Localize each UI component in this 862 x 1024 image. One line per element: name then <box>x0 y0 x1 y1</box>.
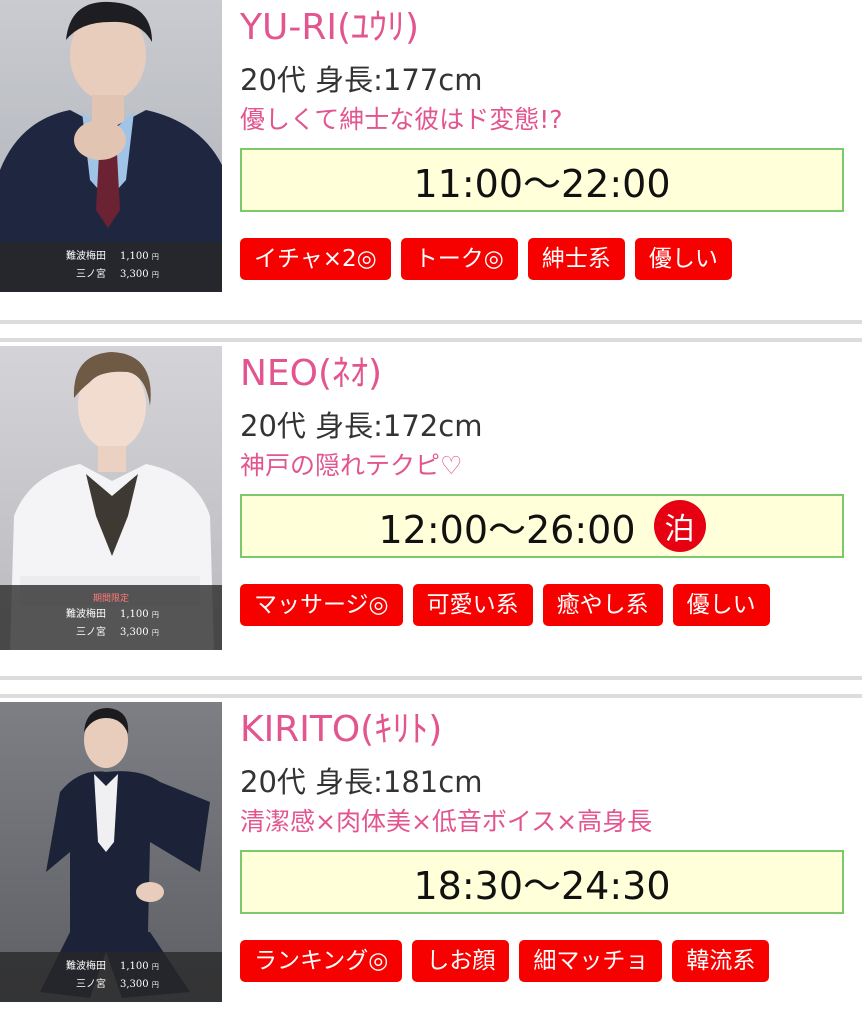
cast-photo[interactable]: 期間限定 難波梅田 1,100 円 三ノ宮 3,300 円 <box>0 346 222 650</box>
tag: イチャ×2◎ <box>240 238 391 280</box>
working-hours: 18:30〜24:30 <box>413 863 671 908</box>
price-row: 三ノ宮 3,300 円 <box>0 976 222 994</box>
tag: 優しい <box>672 584 770 626</box>
cast-height: 身長:172cm <box>315 409 483 443</box>
price-amount: 3,300 円 <box>120 627 159 638</box>
cast-name[interactable]: YU-RI(ﾕｳﾘ) <box>240 6 850 50</box>
cast-catchphrase: 神戸の隠れテクピ♡ <box>240 451 463 480</box>
tag: 癒やし系 <box>542 584 663 626</box>
working-hours: 12:00〜26:00 <box>378 507 636 552</box>
working-hours: 11:00〜22:00 <box>413 161 671 206</box>
cast-card[interactable]: 期間限定 難波梅田 1,100 円 三ノ宮 3,300 円 NEO(ﾈｵ) 20… <box>0 346 862 666</box>
price-location: 難波梅田 <box>66 251 106 262</box>
price-row: 難波梅田 1,100 円 <box>0 606 222 624</box>
cast-info: KIRITO(ｷﾘﾄ) 20代 身長:181cm 清潔感×肉体美×低音ボイス×高… <box>240 702 850 982</box>
cast-info: NEO(ﾈｵ) 20代 身長:172cm 神戸の隠れテクピ♡ 12:00〜26:… <box>240 346 850 626</box>
tag-list: イチャ×2◎ トーク◎ 紳士系 優しい <box>240 238 850 280</box>
price-amount: 3,300 円 <box>120 269 159 280</box>
cast-profile: 20代 身長:181cm <box>240 762 850 802</box>
price-row: 難波梅田 1,100 円 <box>0 248 222 266</box>
cast-name[interactable]: KIRITO(ｷﾘﾄ) <box>240 708 850 752</box>
price-row: 三ノ宮 3,300 円 <box>0 624 222 642</box>
price-location: 三ノ宮 <box>76 627 106 638</box>
card-divider <box>0 676 862 698</box>
working-hours-box: 11:00〜22:00 <box>240 148 844 212</box>
cast-height: 身長:181cm <box>315 765 483 799</box>
tag: 紳士系 <box>527 238 625 280</box>
tag: 優しい <box>634 238 732 280</box>
price-location: 難波梅田 <box>66 961 106 972</box>
tag-list: ランキング◎ しお顔 細マッチョ 韓流系 <box>240 940 850 982</box>
cast-card[interactable]: 難波梅田 1,100 円 三ノ宮 3,300 円 YU-RI(ﾕｳﾘ) 20代 … <box>0 0 862 320</box>
price-panel: 難波梅田 1,100 円 三ノ宮 3,300 円 <box>0 952 222 1002</box>
working-hours-box: 18:30〜24:30 <box>240 850 844 914</box>
cast-photo[interactable]: 難波梅田 1,100 円 三ノ宮 3,300 円 <box>0 0 222 292</box>
card-divider <box>0 320 862 342</box>
cast-info: YU-RI(ﾕｳﾘ) 20代 身長:177cm 優しくて紳士な彼はド変態!? 1… <box>240 0 850 280</box>
price-amount: 1,100 円 <box>120 251 159 262</box>
cast-profile: 20代 身長:172cm <box>240 406 850 446</box>
price-row: 三ノ宮 3,300 円 <box>0 266 222 284</box>
price-amount: 1,100 円 <box>120 961 159 972</box>
price-amount: 3,300 円 <box>120 979 159 990</box>
limited-label: 期間限定 <box>92 594 129 604</box>
cast-name[interactable]: NEO(ﾈｵ) <box>240 352 850 396</box>
cast-catchphrase: 優しくて紳士な彼はド変態!? <box>240 105 563 134</box>
working-hours-box: 12:00〜26:00 泊 <box>240 494 844 558</box>
tag: マッサージ◎ <box>240 584 403 626</box>
tag: ランキング◎ <box>240 940 403 982</box>
price-location: 三ノ宮 <box>76 979 106 990</box>
cast-age: 20代 <box>240 409 306 443</box>
overnight-badge: 泊 <box>653 500 706 552</box>
tag: しお顔 <box>412 940 510 982</box>
price-row: 難波梅田 1,100 円 <box>0 958 222 976</box>
cast-height: 身長:177cm <box>315 63 483 97</box>
price-amount: 1,100 円 <box>120 609 159 620</box>
cast-catchphrase: 清潔感×肉体美×低音ボイス×高身長 <box>240 807 653 836</box>
cast-photo[interactable]: 難波梅田 1,100 円 三ノ宮 3,300 円 <box>0 702 222 1002</box>
cast-card[interactable]: 難波梅田 1,100 円 三ノ宮 3,300 円 KIRITO(ｷﾘﾄ) 20代… <box>0 702 862 1022</box>
price-panel: 期間限定 難波梅田 1,100 円 三ノ宮 3,300 円 <box>0 585 222 650</box>
price-location: 三ノ宮 <box>76 269 106 280</box>
tag-list: マッサージ◎ 可愛い系 癒やし系 優しい <box>240 584 850 626</box>
tag: 可愛い系 <box>412 584 533 626</box>
cast-age: 20代 <box>240 765 306 799</box>
tag: 韓流系 <box>672 940 770 982</box>
cast-profile: 20代 身長:177cm <box>240 60 850 100</box>
tag: トーク◎ <box>400 238 518 280</box>
price-panel: 難波梅田 1,100 円 三ノ宮 3,300 円 <box>0 242 222 292</box>
cast-age: 20代 <box>240 63 306 97</box>
price-location: 難波梅田 <box>66 609 106 620</box>
tag: 細マッチョ <box>519 940 663 982</box>
